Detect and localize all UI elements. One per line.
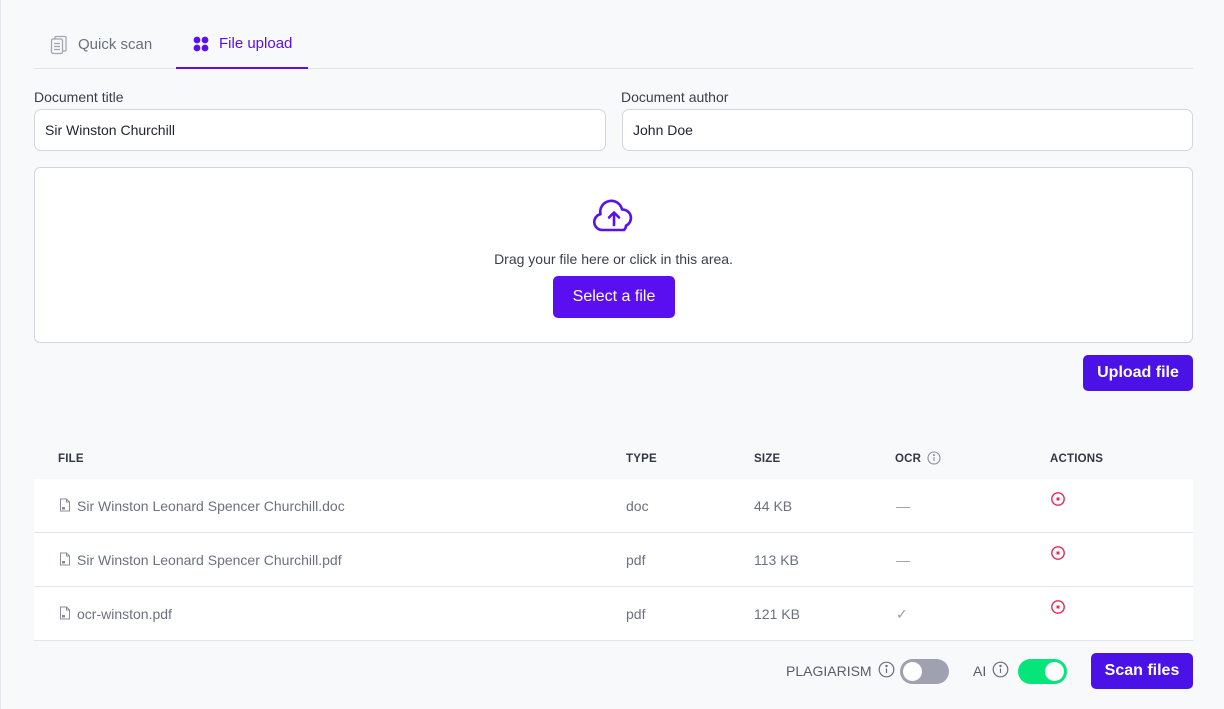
dropzone-instructions: Drag your file here or click in this are…: [494, 251, 733, 267]
plagiarism-toggle[interactable]: [900, 659, 949, 684]
file-icon: [59, 606, 71, 623]
remove-file-button[interactable]: [1050, 581, 1066, 635]
column-header-ocr-label: OCR: [895, 453, 922, 465]
column-header-ocr: OCR: [895, 445, 941, 473]
remove-icon: [1050, 491, 1066, 510]
file-dropzone[interactable]: Drag your file here or click in this are…: [34, 167, 1193, 343]
document-author-input[interactable]: John Doe: [622, 109, 1193, 151]
toggle-knob: [903, 662, 922, 681]
remove-icon: [1050, 545, 1066, 564]
file-cell: ocr-winston.pdf: [59, 587, 172, 641]
ai-option: AI: [973, 652, 1009, 690]
scan-files-button[interactable]: Scan files: [1091, 653, 1193, 689]
file-cell: Sir Winston Leonard Spencer Churchill.do…: [59, 479, 345, 533]
file-type: doc: [626, 498, 649, 514]
file-icon: [59, 498, 71, 515]
table-row: ocr-winston.pdf pdf 121 KB ✓: [34, 587, 1193, 641]
info-icon[interactable]: [878, 661, 895, 681]
file-cell: Sir Winston Leonard Spencer Churchill.pd…: [59, 533, 342, 587]
tab-bar: Quick scan File upload: [34, 20, 1193, 69]
remove-icon: [1050, 599, 1066, 618]
column-header-type: TYPE: [626, 453, 657, 465]
ai-toggle[interactable]: [1018, 659, 1067, 684]
file-size: 44 KB: [754, 498, 793, 514]
file-icon: [59, 552, 71, 569]
document-title-label: Document title: [34, 89, 124, 105]
tab-file-upload[interactable]: File upload: [176, 20, 308, 69]
table-header: FILE TYPE SIZE OCR ACTIONS: [34, 445, 1193, 479]
upload-file-button[interactable]: Upload file: [1083, 355, 1193, 391]
file-type: pdf: [626, 552, 646, 568]
plagiarism-label: PLAGIARISM: [786, 663, 872, 679]
table-row: Sir Winston Leonard Spencer Churchill.pd…: [34, 533, 1193, 587]
file-type: pdf: [626, 606, 646, 622]
ai-label: AI: [973, 663, 987, 679]
info-icon[interactable]: [992, 661, 1009, 681]
tab-quick-scan[interactable]: Quick scan: [50, 20, 152, 69]
tab-quick-scan-label: Quick scan: [78, 36, 153, 53]
file-size: 121 KB: [754, 606, 800, 622]
file-name: ocr-winston.pdf: [77, 606, 172, 622]
document-author-label: Document author: [621, 89, 729, 105]
remove-file-button[interactable]: [1050, 473, 1066, 527]
column-header-file: FILE: [58, 453, 84, 465]
ocr-status: —: [896, 498, 910, 514]
clipboard-icon: [50, 35, 68, 55]
select-file-button[interactable]: Select a file: [553, 276, 675, 318]
file-name: Sir Winston Leonard Spencer Churchill.do…: [77, 498, 345, 514]
file-size: 113 KB: [754, 552, 799, 568]
remove-file-button[interactable]: [1050, 527, 1066, 581]
toggle-knob: [1045, 662, 1064, 681]
grid-icon: [193, 36, 209, 52]
column-header-actions: ACTIONS: [1050, 453, 1104, 465]
info-icon[interactable]: [927, 450, 941, 468]
ocr-status: —: [896, 552, 910, 568]
column-header-size: SIZE: [754, 453, 781, 465]
file-name: Sir Winston Leonard Spencer Churchill.pd…: [77, 552, 342, 568]
file-table-body: Sir Winston Leonard Spencer Churchill.do…: [34, 479, 1193, 641]
table-row: Sir Winston Leonard Spencer Churchill.do…: [34, 479, 1193, 533]
tab-file-upload-label: File upload: [219, 35, 293, 52]
document-title-input[interactable]: Sir Winston Churchill: [34, 109, 606, 151]
ocr-status: ✓: [896, 605, 908, 622]
cloud-upload-icon: [592, 198, 636, 239]
scan-options-bar: PLAGIARISM AI Scan files: [34, 652, 1193, 690]
plagiarism-option: PLAGIARISM: [786, 652, 895, 690]
